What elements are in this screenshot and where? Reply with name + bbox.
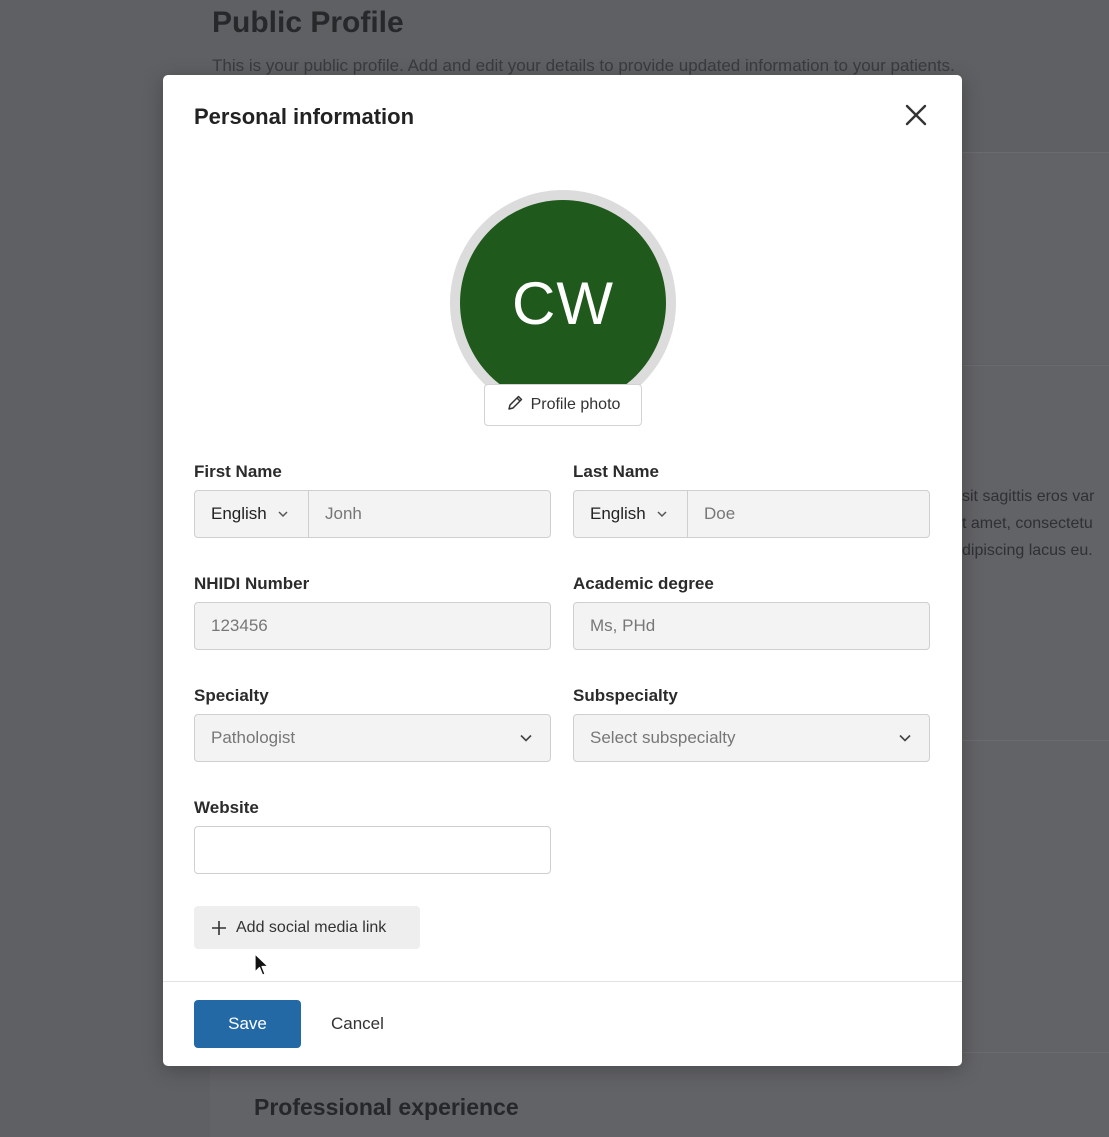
- specialty-value: Pathologist: [211, 728, 296, 747]
- background-text: dipiscing lacus eu.: [962, 542, 1093, 559]
- website-label: Website: [194, 798, 259, 817]
- mouse-cursor-icon: [254, 953, 269, 976]
- avatar-ring: CW: [450, 190, 676, 416]
- add-social-media-link-button[interactable]: Add social media link: [194, 906, 420, 949]
- footer-divider: [163, 981, 962, 982]
- subspecialty-select[interactable]: Select subspecialty: [573, 714, 930, 762]
- profile-photo-label: Profile photo: [530, 396, 621, 413]
- chevron-down-icon: [278, 511, 288, 518]
- avatar: CW: [460, 200, 666, 406]
- academic-degree-input[interactable]: Ms, PHd: [574, 616, 655, 636]
- chevron-down-icon: [520, 734, 532, 742]
- background-text: t amet, consectetu: [962, 515, 1093, 532]
- last-name-input[interactable]: Doe: [688, 504, 735, 524]
- add-social-media-link-label: Add social media link: [236, 918, 387, 936]
- first-name-input[interactable]: Jonh: [309, 504, 362, 524]
- nhidi-label: NHIDI Number: [194, 574, 310, 593]
- specialty-select[interactable]: Pathologist: [194, 714, 551, 762]
- pencil-icon: [506, 394, 524, 417]
- nhidi-input[interactable]: 123456: [195, 616, 268, 636]
- first-name-field[interactable]: English Jonh: [194, 490, 551, 538]
- nhidi-field[interactable]: 123456: [194, 602, 551, 650]
- modal-title: Personal information: [194, 104, 415, 129]
- chevron-down-icon: [899, 734, 911, 742]
- first-name-label: First Name: [194, 462, 282, 481]
- first-name-language-select[interactable]: English: [195, 491, 309, 537]
- save-button[interactable]: Save: [194, 1000, 301, 1048]
- last-name-language-select[interactable]: English: [574, 491, 688, 537]
- subspecialty-placeholder: Select subspecialty: [590, 728, 736, 747]
- page-title: Public Profile: [212, 6, 404, 39]
- language-value: English: [590, 504, 646, 523]
- academic-degree-label: Academic degree: [573, 574, 714, 593]
- chevron-down-icon: [657, 511, 667, 518]
- website-input[interactable]: [194, 826, 551, 874]
- subspecialty-label: Subspecialty: [573, 686, 678, 705]
- page-description: This is your public profile. Add and edi…: [212, 56, 955, 75]
- section-title: Professional experience: [254, 1094, 519, 1120]
- last-name-label: Last Name: [573, 462, 659, 481]
- last-name-field[interactable]: English Doe: [573, 490, 930, 538]
- plus-icon: [212, 920, 226, 935]
- academic-degree-field[interactable]: Ms, PHd: [573, 602, 930, 650]
- background-text: sit sagittis eros var: [962, 488, 1095, 505]
- cancel-button[interactable]: Cancel: [331, 1000, 384, 1048]
- profile-photo-button[interactable]: Profile photo: [484, 384, 642, 426]
- language-value: English: [211, 504, 267, 523]
- personal-information-modal: Personal information CW Profile photo Fi…: [163, 75, 962, 1066]
- specialty-label: Specialty: [194, 686, 269, 705]
- close-icon[interactable]: [902, 101, 930, 129]
